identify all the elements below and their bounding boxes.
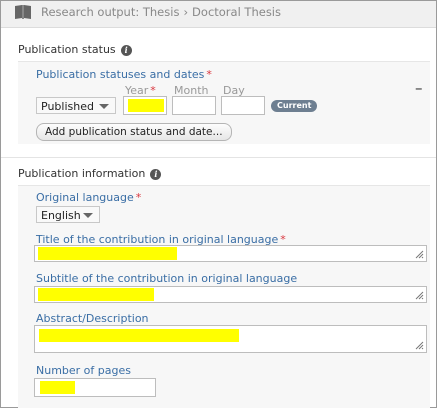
highlight-redaction (39, 329, 239, 342)
original-language-label-text: Original language (36, 191, 134, 204)
current-badge: Current (271, 100, 318, 112)
original-language-select[interactable]: English (36, 206, 100, 223)
original-language-select-value: English (41, 209, 81, 222)
required-mark: * (206, 68, 212, 81)
publication-status-select[interactable]: Published (36, 97, 116, 114)
original-language-label: Original language * (36, 191, 141, 204)
year-input[interactable] (123, 96, 167, 115)
title-textarea[interactable] (34, 245, 427, 262)
required-mark: * (135, 191, 142, 204)
resize-grip-icon[interactable] (415, 250, 424, 259)
subtitle-textarea[interactable] (34, 286, 427, 303)
month-input[interactable] (172, 96, 216, 115)
day-input[interactable] (221, 96, 265, 115)
highlight-redaction (40, 381, 75, 394)
remove-status-button[interactable]: – (415, 79, 423, 97)
breadcrumb: Research output: Thesis › Doctoral Thesis (41, 5, 281, 19)
pages-label: Number of pages (36, 364, 131, 377)
book-icon (15, 5, 31, 19)
pages-input[interactable] (34, 378, 156, 397)
publication-status-title: Publication status i (18, 43, 132, 56)
resize-grip-icon[interactable] (415, 341, 424, 350)
section-divider (1, 157, 436, 158)
abstract-textarea[interactable] (34, 325, 427, 353)
publication-statuses-label-text: Publication statuses and dates (36, 68, 205, 81)
resize-grip-icon[interactable] (415, 291, 424, 300)
breadcrumb-part-2: Doctoral Thesis (192, 5, 281, 19)
info-icon[interactable]: i (120, 45, 132, 56)
add-publication-status-button[interactable]: Add publication status and date... (36, 123, 232, 141)
subtitle-label: Subtitle of the contribution in original… (36, 272, 298, 285)
breadcrumb-separator: › (183, 5, 189, 19)
publication-information-title-text: Publication information (18, 167, 146, 180)
highlight-redaction (128, 99, 164, 112)
window: Research output: Thesis › Doctoral Thesis … (0, 0, 437, 408)
highlight-redaction (38, 247, 177, 260)
chevron-down-icon (83, 213, 93, 218)
abstract-label: Abstract/Description (36, 312, 149, 325)
info-icon[interactable]: i (150, 169, 162, 180)
publication-information-title: Publication information i (18, 167, 162, 180)
publication-status-select-value: Published (41, 100, 94, 113)
header-bar: Research output: Thesis › Doctoral Thesis (1, 1, 436, 28)
publication-statuses-label: Publication statuses and dates * (36, 68, 212, 81)
publication-status-title-text: Publication status (18, 43, 116, 56)
breadcrumb-part-1[interactable]: Research output: Thesis (41, 5, 179, 19)
chevron-down-icon (99, 104, 109, 109)
highlight-redaction (38, 288, 154, 301)
